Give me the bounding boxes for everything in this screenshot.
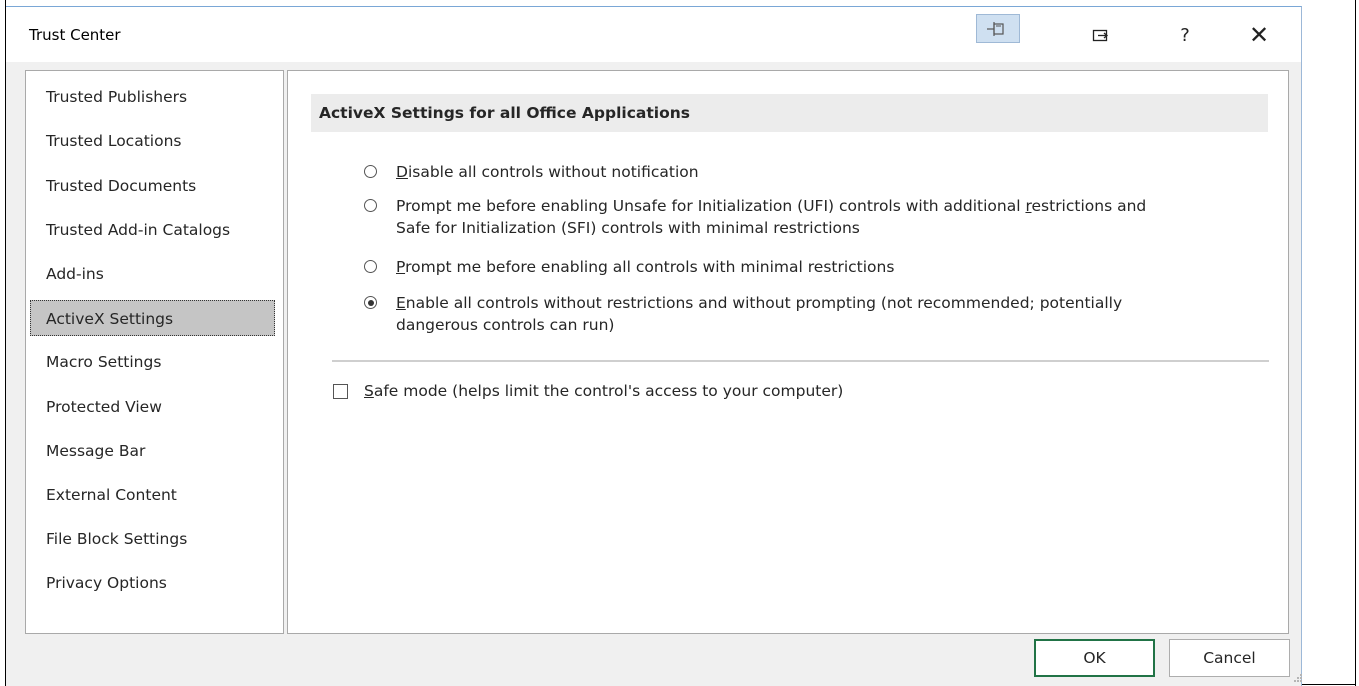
radio-label: Enable all controls without restrictions…	[396, 294, 1123, 334]
trust-center-dialog: Trust Center ? ✕ Trusted Publishers Trus…	[6, 6, 1302, 686]
settings-content-panel: ActiveX Settings for all Office Applicat…	[287, 70, 1289, 634]
sidebar-item-trusted-publishers[interactable]: Trusted Publishers	[26, 79, 283, 115]
sidebar-item-activex-settings[interactable]: ActiveX Settings	[30, 300, 275, 336]
sidebar-item-trusted-documents[interactable]: Trusted Documents	[26, 168, 283, 204]
sidebar-item-privacy-options[interactable]: Privacy Options	[26, 565, 283, 601]
restore-button[interactable]	[1086, 17, 1116, 53]
safe-mode-label[interactable]: Safe mode (helps limit the control's acc…	[364, 380, 843, 402]
help-button[interactable]: ?	[1173, 17, 1197, 53]
screenshot-frame-right	[1355, 0, 1356, 686]
pin-icon	[987, 21, 1004, 36]
radio-label: Prompt me before enabling Unsafe for Ini…	[396, 197, 1147, 237]
sidebar-item-add-ins[interactable]: Add-ins	[26, 256, 283, 292]
title-bar: Trust Center ? ✕	[6, 7, 1301, 62]
close-button[interactable]: ✕	[1244, 17, 1274, 53]
section-header: ActiveX Settings for all Office Applicat…	[311, 94, 1268, 132]
sidebar-item-macro-settings[interactable]: Macro Settings	[26, 344, 283, 380]
resize-grip[interactable]	[1294, 674, 1302, 682]
sidebar-item-file-block-settings[interactable]: File Block Settings	[26, 521, 283, 557]
radio-button[interactable]	[364, 199, 377, 212]
radio-button[interactable]	[364, 260, 377, 273]
sidebar-item-trusted-locations[interactable]: Trusted Locations	[26, 123, 283, 159]
radio-button[interactable]	[364, 165, 377, 178]
sidebar-item-trusted-add-in-catalogs[interactable]: Trusted Add-in Catalogs	[26, 212, 283, 248]
sidebar-item-external-content[interactable]: External Content	[26, 477, 283, 513]
section-title: ActiveX Settings for all Office Applicat…	[319, 104, 690, 122]
sidebar-nav: Trusted Publishers Trusted Locations Tru…	[25, 70, 284, 634]
sidebar-item-protected-view[interactable]: Protected View	[26, 389, 283, 425]
restore-icon	[1092, 29, 1109, 42]
radio-label: Prompt me before enabling all controls w…	[396, 258, 895, 276]
radio-label: Disable all controls without notificatio…	[396, 163, 699, 181]
ok-button[interactable]: OK	[1034, 639, 1155, 677]
window-title: Trust Center	[29, 26, 121, 44]
radio-button-checked[interactable]	[364, 296, 377, 309]
sidebar-item-message-bar[interactable]: Message Bar	[26, 433, 283, 469]
divider	[332, 360, 1269, 362]
cancel-button[interactable]: Cancel	[1169, 639, 1290, 677]
pin-button[interactable]	[976, 14, 1020, 43]
safe-mode-checkbox[interactable]	[333, 384, 348, 399]
